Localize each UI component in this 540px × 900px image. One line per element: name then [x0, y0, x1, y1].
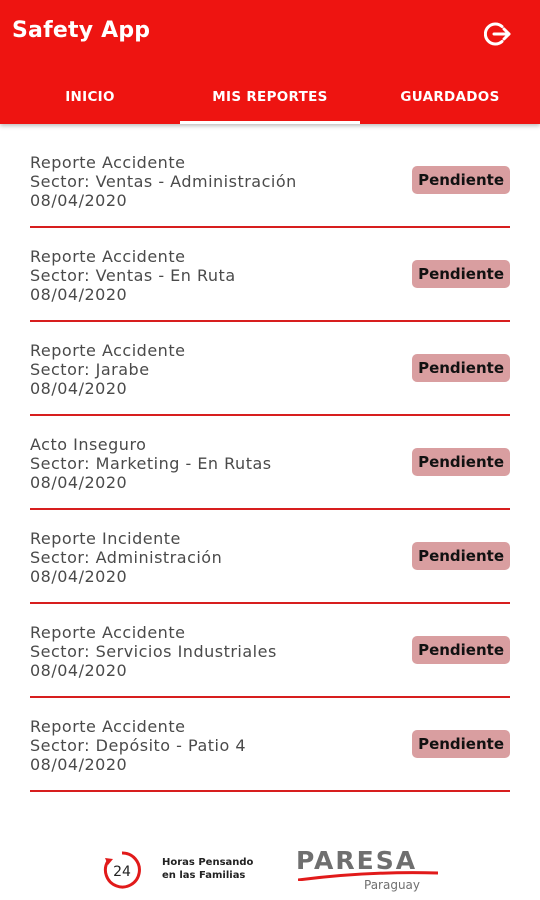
tab-guardados[interactable]: GUARDADOS — [360, 70, 540, 124]
report-item[interactable]: Acto Inseguro Sector: Marketing - En Ruta… — [30, 416, 510, 510]
report-details: Reporte Accidente Sector: Jarabe 08/04/202… — [30, 341, 185, 398]
report-item[interactable]: Reporte Accidente Sector: Servicios Indus… — [30, 604, 510, 698]
report-item[interactable]: Reporte Incidente Sector: Administración 0… — [30, 510, 510, 604]
report-date: 08/04/2020 — [30, 379, 128, 398]
list-fade — [0, 820, 540, 836]
tab-mis-reportes[interactable]: MIS REPORTES — [180, 70, 360, 124]
status-badge: Pendiente — [412, 354, 510, 382]
reports-list[interactable]: Reporte Accidente Sector: Ventas - Admini… — [0, 124, 540, 836]
logo-24-horas: 24 — [102, 850, 142, 890]
report-details: Reporte Accidente Sector: Ventas - Admini… — [30, 153, 297, 210]
report-sector: Sector: Jarabe — [30, 360, 150, 379]
report-type: Reporte Accidente — [30, 247, 186, 266]
status-badge: Pendiente — [412, 260, 510, 288]
report-type: Acto Inseguro — [30, 435, 147, 454]
report-date: 08/04/2020 — [30, 661, 128, 680]
status-badge: Pendiente — [412, 166, 510, 194]
footer: 24 Horas Pensando en las Familias PARESA… — [0, 836, 540, 900]
report-details: Reporte Accidente Sector: Depósito - Pati… — [30, 717, 246, 774]
status-badge: Pendiente — [412, 636, 510, 664]
report-date: 08/04/2020 — [30, 191, 128, 210]
report-type: Reporte Accidente — [30, 623, 186, 642]
report-type: Reporte Incidente — [30, 529, 181, 548]
report-sector: Sector: Depósito - Patio 4 — [30, 736, 247, 755]
report-item[interactable]: Reporte Accidente Sector: Depósito - Pati… — [30, 698, 510, 792]
status-badge: Pendiente — [412, 448, 510, 476]
report-sector: Sector: Servicios Industriales — [30, 642, 277, 661]
report-item[interactable]: Reporte Accidente Sector: Ventas - Admini… — [30, 124, 510, 228]
report-sector: Sector: Ventas - Administración — [30, 172, 297, 191]
report-item[interactable]: Reporte Accidente Sector: Ventas - En Rut… — [30, 228, 510, 322]
report-date: 08/04/2020 — [30, 473, 128, 492]
app-bar: Safety App INICIO MIS REPORTES GUARDADOS — [0, 0, 540, 124]
report-sector: Sector: Marketing - En Rutas — [30, 454, 272, 473]
status-badge: Pendiente — [412, 542, 510, 570]
logo-24-text: Horas Pensando en las Familias — [162, 857, 254, 881]
tab-bar: INICIO MIS REPORTES GUARDADOS — [0, 70, 540, 124]
report-details: Reporte Incidente Sector: Administración 0… — [30, 529, 222, 586]
paresa-logo: PARESA Paraguay — [296, 846, 438, 892]
report-type: Reporte Accidente — [30, 717, 186, 736]
logout-icon[interactable] — [483, 20, 512, 48]
report-type: Reporte Accidente — [30, 341, 186, 360]
app-title: Safety App — [12, 18, 151, 43]
report-date: 08/04/2020 — [30, 755, 128, 774]
report-details: Acto Inseguro Sector: Marketing - En Ruta… — [30, 435, 272, 492]
report-sector: Sector: Administración — [30, 548, 223, 567]
report-item[interactable]: Reporte Accidente Sector: Jarabe 08/04/202… — [30, 322, 510, 416]
report-details: Reporte Accidente Sector: Ventas - En Rut… — [30, 247, 236, 304]
report-date: 08/04/2020 — [30, 567, 128, 586]
report-sector: Sector: Ventas - En Ruta — [30, 266, 236, 285]
report-details: Reporte Accidente Sector: Servicios Indus… — [30, 623, 277, 680]
report-type: Reporte Accidente — [30, 153, 186, 172]
status-badge: Pendiente — [412, 730, 510, 758]
report-date: 08/04/2020 — [30, 285, 128, 304]
tab-inicio[interactable]: INICIO — [0, 70, 180, 124]
logo-24-number: 24 — [113, 864, 131, 880]
paresa-country: Paraguay — [364, 878, 421, 892]
